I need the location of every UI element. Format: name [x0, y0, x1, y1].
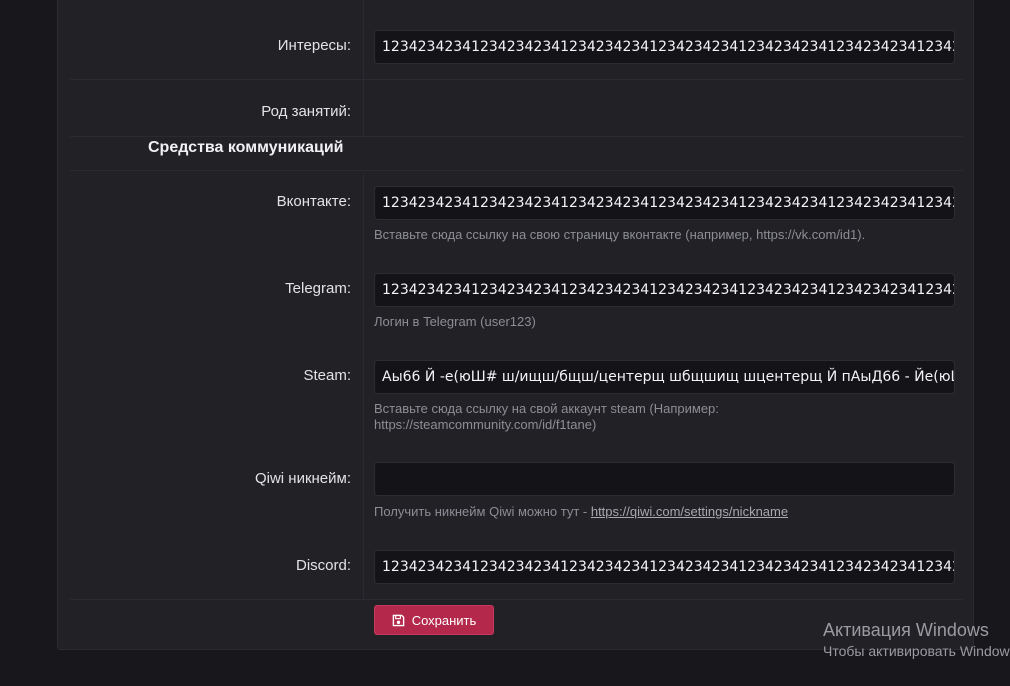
vk-hint: Вставьте сюда ссылку на свою страницу вк… [374, 227, 866, 242]
discord-label: Discord: [295, 557, 351, 574]
telegram-hint: Логин в Telegram (user123) [374, 314, 536, 329]
vk-label: Вконтакте: [276, 193, 351, 210]
discord-field[interactable]: 1234234234123423423412342342341234234234… [374, 550, 955, 584]
save-button[interactable]: Сохранить [374, 605, 494, 635]
watermark-subtitle: Чтобы активировать Windows [823, 643, 1010, 659]
interests-label: Интересы: [277, 37, 351, 54]
vk-field[interactable]: 1234234234123423423412342342341234234234… [374, 186, 955, 220]
qiwi-hint: Получить никнейм Qiwi можно тут - https:… [374, 504, 934, 520]
telegram-label: Telegram: [285, 280, 351, 297]
profile-form-panel: Интересы: 123423423412342342341234234234… [57, 0, 974, 650]
section-divider [70, 170, 963, 171]
telegram-field[interactable]: 1234234234123423423412342342341234234234… [374, 273, 955, 307]
column-divider [363, 173, 364, 599]
windows-activation-watermark: Активация Windows Чтобы активировать Win… [823, 619, 1010, 661]
interests-field[interactable]: 1234234234123423423412342342341234234234… [374, 30, 955, 64]
qiwi-hint-text: Получить никнейм Qiwi можно тут - [374, 504, 591, 519]
save-button-label: Сохранить [411, 612, 477, 628]
steam-hint: Вставьте сюда ссылку на свой аккаунт ste… [374, 401, 719, 432]
section-title: Средства коммуникаций [148, 139, 344, 156]
column-divider [363, 0, 364, 137]
occupation-label: Род занятий: [261, 103, 351, 120]
qiwi-label: Qiwi никнейм: [254, 470, 351, 487]
row-divider [70, 79, 963, 80]
row-divider [70, 136, 963, 137]
floppy-disk-icon [392, 614, 405, 627]
steam-label: Steam: [303, 367, 351, 384]
steam-field[interactable]: Аы66 Й -е(юШ# ш/ищш/бщш/центерщ шбщшищ ш… [374, 360, 955, 394]
qiwi-settings-link[interactable]: https://qiwi.com/settings/nickname [591, 504, 788, 519]
watermark-title: Активация Windows [823, 620, 989, 640]
row-divider [70, 599, 963, 600]
qiwi-field[interactable] [374, 462, 955, 496]
